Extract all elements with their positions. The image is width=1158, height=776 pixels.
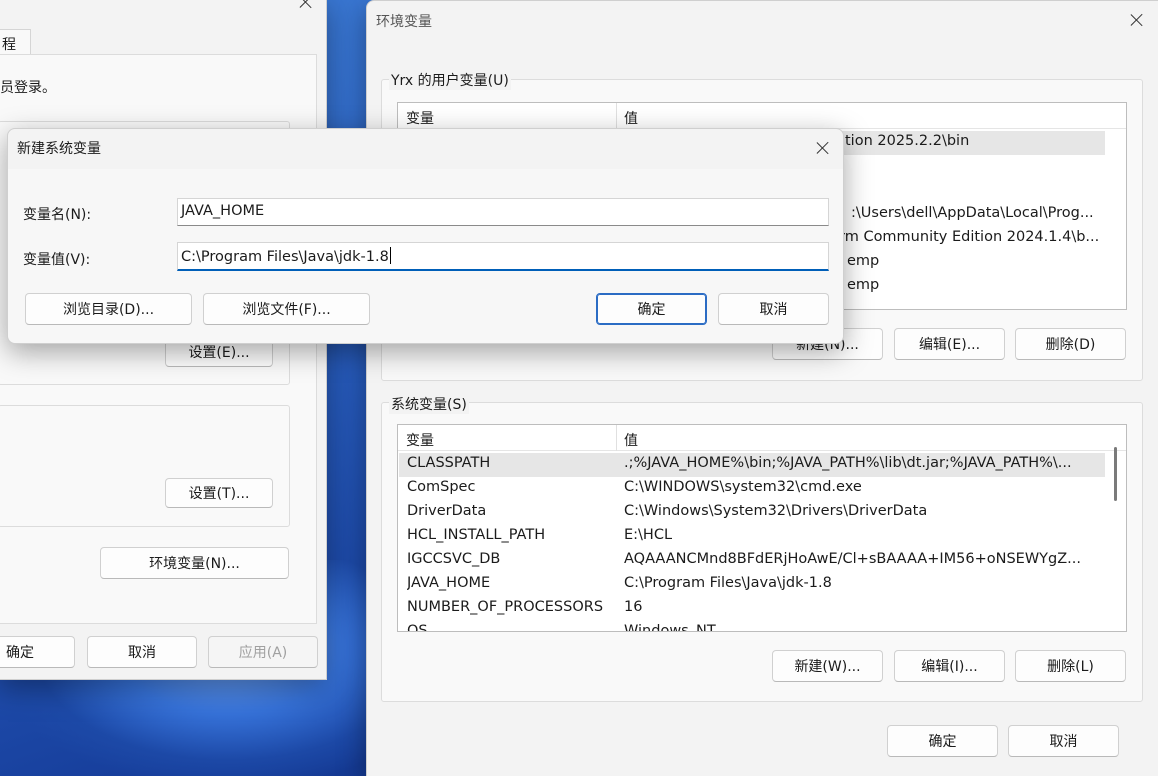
browse-directory-button[interactable]: 浏览目录(D)... — [25, 293, 192, 325]
back-apply-button: 应用(A) — [208, 636, 318, 668]
dialog-cancel-button[interactable]: 取消 — [718, 293, 829, 325]
cell-value: :\Users\dell\AppData\Local\Prog... — [851, 205, 1094, 221]
dialog-title: 新建系统变量 — [17, 141, 101, 157]
back-cancel-button[interactable]: 取消 — [87, 636, 197, 668]
list-header: 变量 值 — [398, 103, 1126, 129]
user-edit-button[interactable]: 编辑(E)... — [894, 328, 1005, 360]
table-row[interactable]: HCL_INSTALL_PATH E:\HCL — [399, 525, 1105, 549]
column-variable[interactable]: 变量 — [406, 108, 434, 128]
cell-value: Windows_NT — [624, 623, 716, 632]
cell-value: tion 2025.2.2\bin — [845, 133, 970, 149]
new-system-variable-dialog: 新建系统变量 变量名(N): JAVA_HOME 变量值(V): C:\Prog… — [7, 128, 844, 344]
close-icon[interactable] — [816, 141, 830, 155]
dialog-ok-button[interactable]: 确定 — [596, 293, 707, 325]
cell-value: C:\WINDOWS\system32\cmd.exe — [624, 479, 862, 495]
table-row[interactable]: NUMBER_OF_PROCESSORS 16 — [399, 597, 1105, 621]
dialog-body: 变量名(N): JAVA_HOME 变量值(V): C:\Program Fil… — [8, 169, 843, 343]
system-edit-button[interactable]: 编辑(I)... — [894, 650, 1005, 682]
text-caret — [389, 247, 391, 264]
cell-value: AQAAANCMnd8BFdERjHoAwE/Cl+sBAAAA+IM56+oN… — [624, 551, 1081, 567]
cell-name: NUMBER_OF_PROCESSORS — [407, 599, 604, 615]
cell-name: DriverData — [407, 503, 487, 519]
variable-name-input[interactable]: JAVA_HOME — [177, 198, 829, 226]
table-row[interactable]: JAVA_HOME C:\Program Files\Java\jdk-1.8 — [399, 573, 1105, 597]
table-row[interactable]: IGCCSVC_DB AQAAANCMnd8BFdERjHoAwE/Cl+sBAA… — [399, 549, 1105, 573]
system-variables-label: 系统变量(S) — [389, 394, 469, 414]
system-new-button[interactable]: 新建(W)... — [772, 650, 883, 682]
admin-note: 员登录。 — [0, 80, 56, 96]
variable-value-label: 变量值(V): — [23, 252, 91, 268]
env-ok-button[interactable]: 确定 — [887, 725, 998, 757]
cell-value: emp — [847, 253, 880, 269]
table-row[interactable]: CLASSPATH .;%JAVA_HOME%\bin;%JAVA_PATH%\l… — [399, 453, 1105, 477]
list-header: 变量 值 — [398, 425, 1126, 451]
system-variables-list[interactable]: 变量 值 CLASSPATH .;%JAVA_HOME%\bin;%JAVA_PA… — [397, 424, 1127, 632]
system-delete-button[interactable]: 删除(L) — [1015, 650, 1126, 682]
cell-name: CLASSPATH — [407, 455, 491, 471]
window-title: 环境变量 — [376, 14, 432, 30]
variable-value-input[interactable]: C:\Program Files\Java\jdk-1.8 — [177, 242, 829, 271]
cell-value: rm Community Edition 2024.1.4\b... — [839, 229, 1100, 245]
browse-file-button[interactable]: 浏览文件(F)... — [203, 293, 370, 325]
cell-value: emp — [847, 277, 880, 293]
environment-variables-window: 环境变量 Yrx 的用户变量(U) 变量 值 tion 2025.2.2\bin… — [366, 0, 1158, 776]
cell-value: 16 — [624, 599, 643, 615]
cell-name: JAVA_HOME — [407, 575, 491, 591]
cell-value: E:\HCL — [624, 527, 673, 543]
env-cancel-button[interactable]: 取消 — [1008, 725, 1119, 757]
table-row[interactable]: ComSpec C:\WINDOWS\system32\cmd.exe — [399, 477, 1105, 501]
cell-value: .;%JAVA_HOME%\bin;%JAVA_PATH%\lib\dt.jar… — [624, 455, 1072, 471]
column-value[interactable]: 值 — [624, 108, 638, 128]
back-ok-button[interactable]: 确定 — [0, 636, 75, 668]
cell-name: IGCCSVC_DB — [407, 551, 501, 567]
cell-value: C:\Program Files\Java\jdk-1.8 — [624, 575, 832, 591]
close-icon[interactable] — [1130, 13, 1144, 27]
user-delete-button[interactable]: 删除(D) — [1015, 328, 1126, 360]
cell-name: OS — [407, 623, 428, 632]
cell-name: HCL_INSTALL_PATH — [407, 527, 546, 543]
column-separator — [616, 103, 617, 129]
column-value[interactable]: 值 — [624, 430, 638, 450]
column-separator — [616, 425, 617, 451]
column-variable[interactable]: 变量 — [406, 430, 434, 450]
startup-settings-button[interactable]: 设置(T)... — [165, 478, 273, 508]
user-variables-label: Yrx 的用户变量(U) — [389, 70, 511, 90]
table-row[interactable]: DriverData C:\Windows\System32\Drivers\Dr… — [399, 501, 1105, 525]
startup-group — [0, 405, 290, 527]
tab-advanced[interactable]: 程 — [0, 29, 31, 55]
variable-name-label: 变量名(N): — [23, 207, 92, 223]
cell-value: C:\Windows\System32\Drivers\DriverData — [624, 503, 928, 519]
table-row[interactable]: OS Windows_NT — [399, 621, 1105, 632]
close-icon[interactable] — [299, 0, 313, 9]
scrollbar-thumb[interactable] — [1114, 447, 1117, 501]
cell-name: ComSpec — [407, 479, 476, 495]
environment-variables-button[interactable]: 环境变量(N)... — [100, 547, 289, 579]
